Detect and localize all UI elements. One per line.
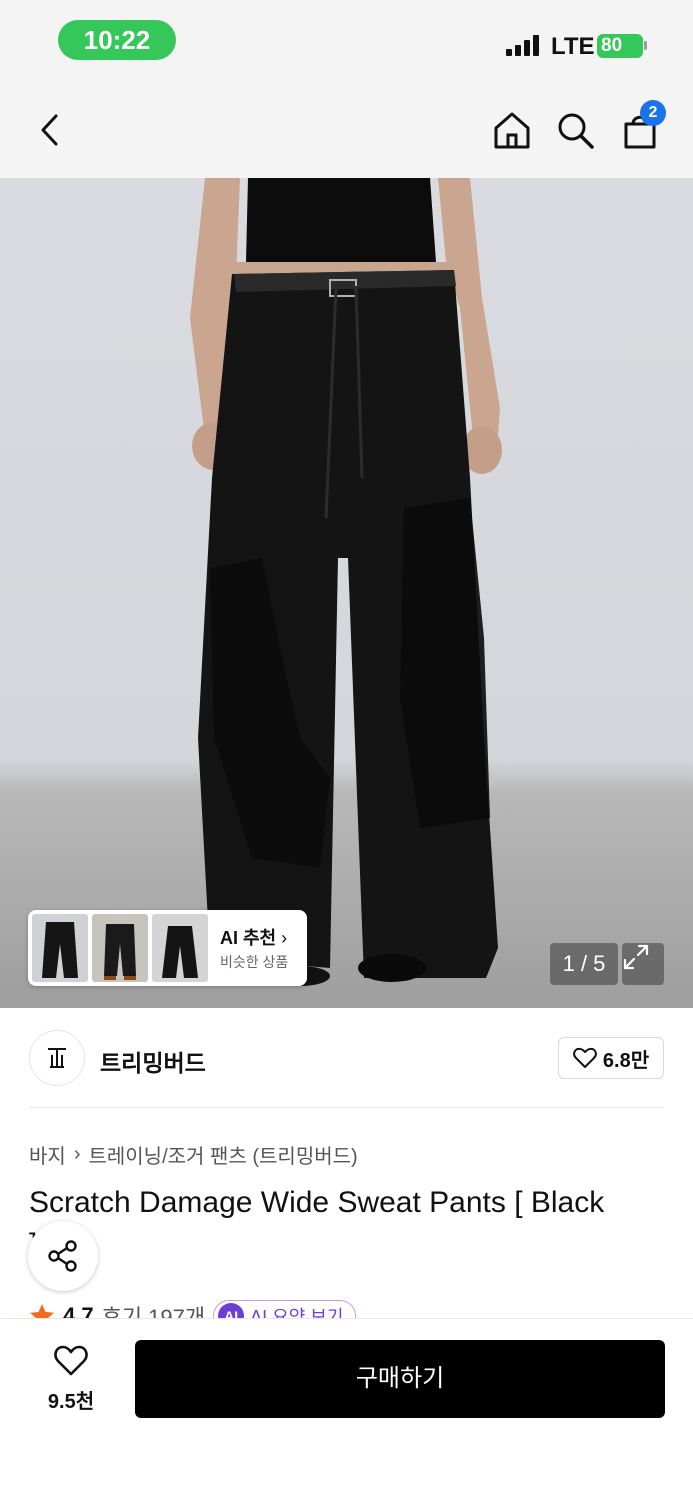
home-button[interactable] [488, 106, 536, 154]
ai-recommend-card[interactable]: AI 추천 › 비슷한 상품 [28, 910, 307, 986]
ai-summary-button[interactable]: AI AI 요약 보기 [213, 1300, 357, 1320]
heart-icon [573, 1047, 597, 1068]
heart-icon [54, 1345, 88, 1376]
brand-like-button[interactable]: 6.8만 [558, 1037, 664, 1079]
battery-icon [644, 41, 647, 50]
brand-logo-mark [48, 1048, 66, 1068]
cart-count-badge: 2 [640, 100, 666, 126]
wishlist-count: 9.5천 [47, 1391, 95, 1413]
expand-icon [623, 944, 649, 970]
product-image-carousel[interactable]: AI 추천 › 비슷한 상품 1 / 5 [0, 178, 693, 1008]
similar-thumb-2 [92, 914, 148, 982]
search-icon [558, 113, 594, 149]
brand-logo[interactable] [29, 1030, 85, 1086]
fullscreen-button[interactable] [622, 943, 664, 985]
chevron-right-icon: › [73, 1143, 81, 1165]
status-time: 10:22 [58, 20, 176, 60]
rating-row: 4.7 후기 197개 AI AI 요약 보기 [29, 1296, 429, 1320]
signal-icon [506, 34, 542, 56]
chevron-right-icon: › [281, 928, 288, 948]
brand-name[interactable]: 트리밍버드 [100, 1044, 206, 1078]
product-photo [190, 178, 502, 986]
brand-like-count: 6.8만 [602, 1049, 650, 1072]
search-button[interactable] [551, 106, 599, 154]
wishlist-button[interactable]: 9.5천 [36, 1345, 106, 1415]
battery-level: 80 [597, 34, 643, 58]
buy-button[interactable]: 구매하기 [135, 1340, 665, 1418]
review-count[interactable]: 후기 197개 [102, 1300, 206, 1320]
home-icon [494, 112, 530, 149]
breadcrumb-subcategory[interactable]: 트레이닝/조거 팬츠 (트리밍버드) [88, 1140, 357, 1169]
status-bar: 10:22 LTE 80 [0, 0, 693, 84]
breadcrumb-category[interactable]: 바지 [29, 1140, 66, 1169]
ai-recommend-subtitle: 비슷한 상품 [220, 954, 289, 970]
image-counter: 1 / 5 [550, 943, 618, 985]
back-button[interactable] [26, 106, 74, 154]
divider [29, 1107, 664, 1108]
top-nav-bar: 2 [0, 84, 693, 178]
similar-thumb-3 [152, 914, 208, 982]
share-button[interactable] [28, 1221, 98, 1291]
breadcrumb: 바지 › 트레이닝/조거 팬츠 (트리밍버드) [29, 1140, 358, 1169]
network-type: LTE [551, 33, 595, 60]
similar-thumb-1 [32, 914, 88, 982]
cart-button[interactable]: 2 [616, 100, 666, 154]
share-icon [48, 1240, 77, 1272]
ai-recommend-title: AI 추천 › [220, 928, 288, 948]
product-title: Scratch Damage Wide Sweat Pants [ Black [29, 1186, 605, 1219]
chevron-left-icon [41, 114, 58, 146]
